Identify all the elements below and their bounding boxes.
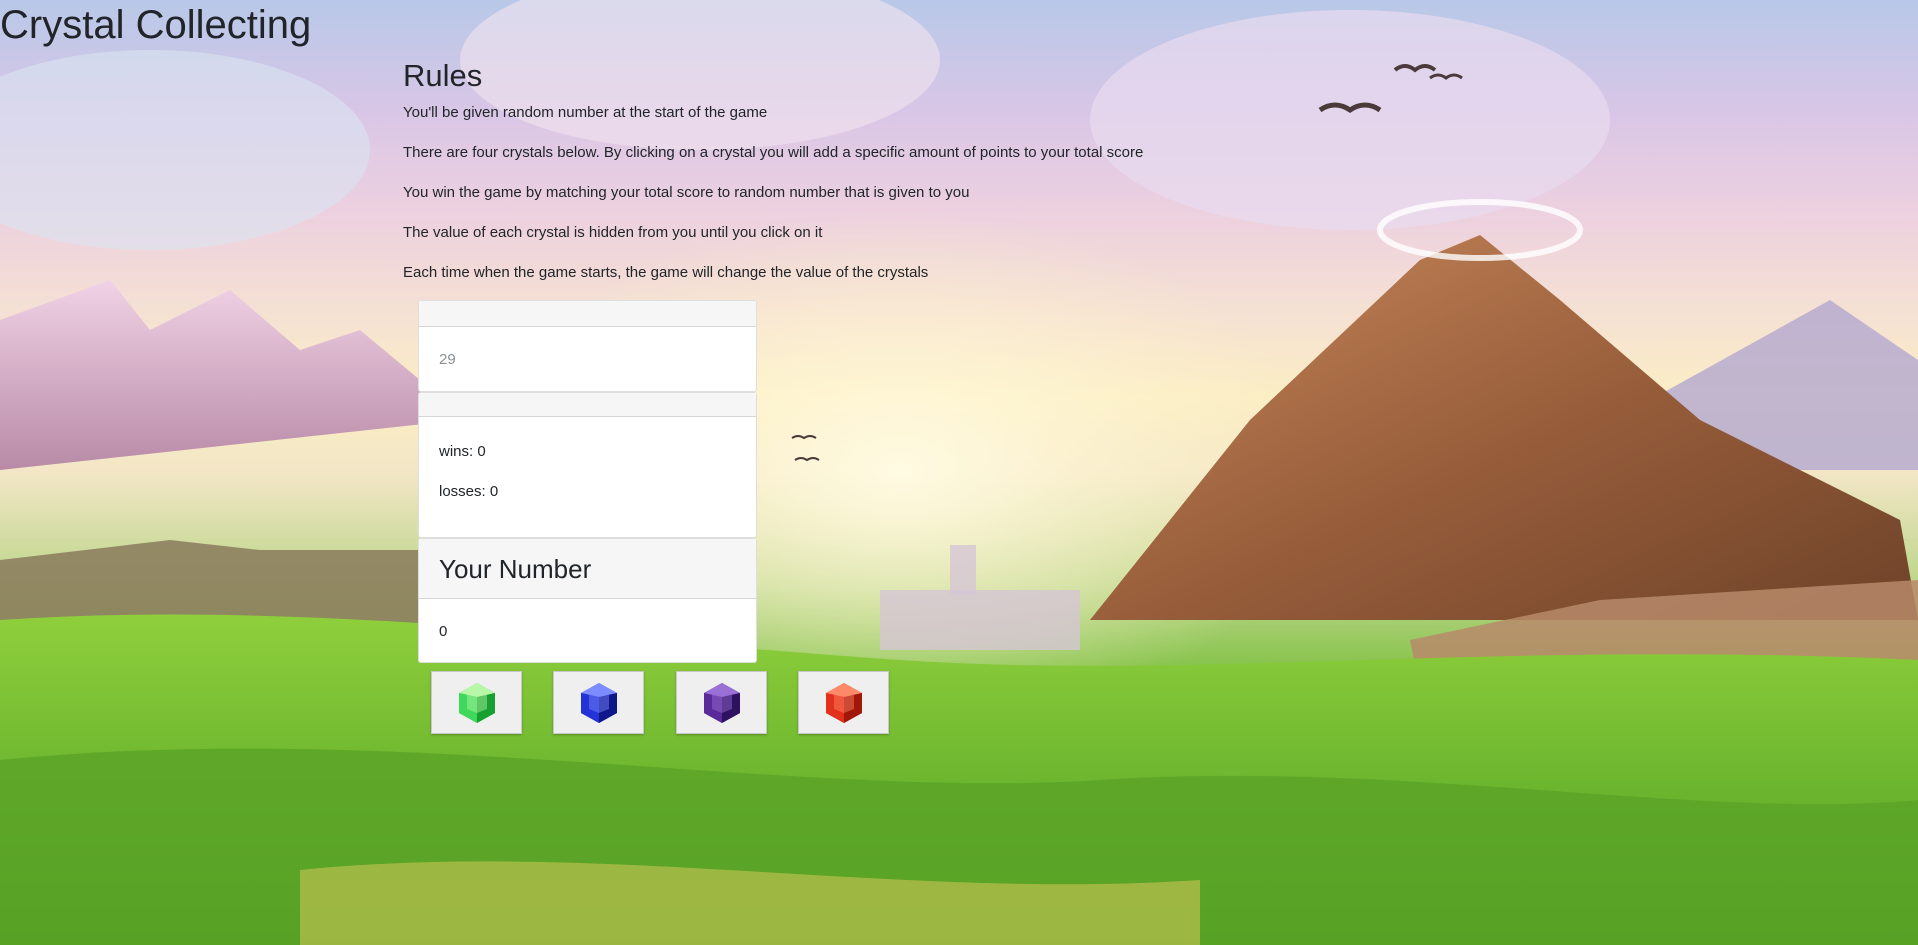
rule-line: You win the game by matching your total … [403, 184, 970, 201]
game-screen: Crystal Collecting Rules You'll be given… [0, 0, 1918, 945]
purple-crystal-button[interactable] [676, 671, 767, 734]
your-number-heading: Your Number [419, 539, 756, 599]
rules-heading: Rules [403, 58, 483, 93]
losses-count: losses: 0 [439, 483, 499, 500]
wins-count: wins: 0 [439, 443, 486, 460]
purple-crystal-icon [703, 682, 740, 723]
score-stats-card: wins: 0 losses: 0 [418, 392, 757, 538]
rule-line: There are four crystals below. By clicki… [403, 144, 1144, 161]
blue-crystal-button[interactable] [553, 671, 644, 734]
rule-line: The value of each crystal is hidden from… [403, 224, 823, 241]
target-card-header [419, 301, 756, 327]
your-number-card: Your Number 0 [418, 538, 757, 663]
rules-section: Rules You'll be given random number at t… [403, 56, 1403, 302]
red-crystal-icon [825, 682, 862, 723]
app-title: Crystal Collecting [0, 3, 312, 47]
your-number-value: 0 [439, 623, 448, 640]
rule-line: You'll be given random number at the sta… [403, 104, 768, 121]
blue-crystal-icon [580, 682, 617, 723]
target-number-card: 29 [418, 300, 757, 392]
red-crystal-button[interactable] [798, 671, 889, 734]
green-crystal-button[interactable] [431, 671, 522, 734]
stats-card-header [419, 393, 756, 417]
stats-card-body: wins: 0 losses: 0 [419, 417, 756, 503]
target-number: 29 [439, 351, 456, 368]
rule-line: Each time when the game starts, the game… [403, 264, 929, 281]
green-crystal-icon [458, 682, 495, 723]
